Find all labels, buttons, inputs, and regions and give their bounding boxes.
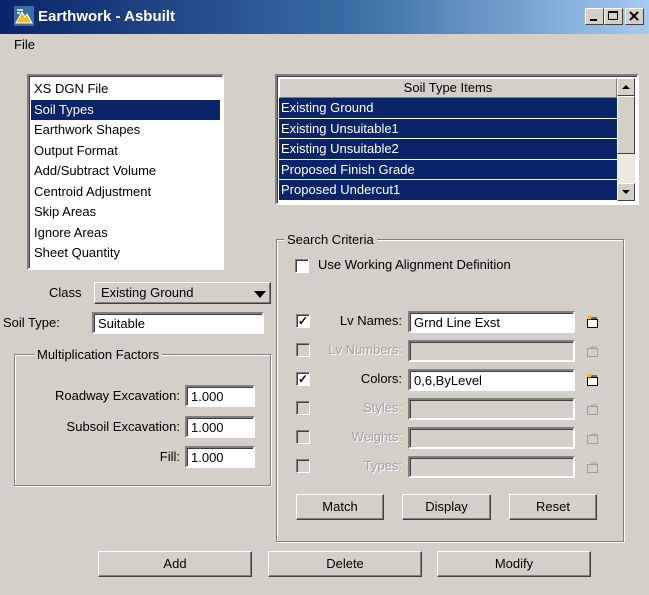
types-label: Types: <box>363 458 402 473</box>
window-title: Earthwork - Asbuilt <box>38 8 175 25</box>
close-icon <box>629 11 639 21</box>
weights-input[interactable] <box>408 427 575 449</box>
section-list-item[interactable]: Ignore Areas <box>31 223 220 244</box>
scroll-up-button[interactable] <box>617 78 635 96</box>
close-button[interactable] <box>625 8 644 25</box>
section-list-item[interactable]: Soil Types <box>31 99 220 120</box>
lv-numbers-input[interactable] <box>408 340 575 362</box>
arrow-down-icon <box>622 190 630 194</box>
roadway-excavation-input[interactable]: 1.000 <box>185 385 255 407</box>
colors-input[interactable]: 0,6,ByLevel <box>408 369 575 391</box>
use-alignment-checkbox[interactable] <box>295 259 309 273</box>
fill-label: Fill: <box>159 449 180 464</box>
subsoil-excavation-input[interactable]: 1.000 <box>185 416 255 438</box>
lv-numbers-label: Lv Numbers: <box>328 342 402 357</box>
soil-type-items-list[interactable]: Soil Type Items Existing Ground Existing … <box>275 74 639 205</box>
match-button[interactable]: Match <box>296 494 384 520</box>
soil-items-header[interactable]: Soil Type Items <box>279 78 617 98</box>
soil-list-scrollbar[interactable] <box>617 78 635 201</box>
folder-pick-icon[interactable] <box>586 402 600 416</box>
soil-type-input[interactable]: Suitable <box>92 312 264 334</box>
soil-type-label: Soil Type: <box>3 315 60 330</box>
folder-pick-icon[interactable] <box>586 460 600 474</box>
colors-label: Colors: <box>360 371 402 386</box>
minimize-button[interactable] <box>585 8 604 25</box>
earthwork-app-icon <box>14 6 34 26</box>
types-checkbox[interactable] <box>296 459 310 473</box>
search-criteria-title: Search Criteria <box>284 232 377 247</box>
soil-items-rows: Existing Ground Existing Unsuitable1 Exist… <box>279 98 617 201</box>
folder-pick-icon[interactable] <box>586 344 600 358</box>
roadway-excavation-label: Roadway Excavation: <box>54 388 180 403</box>
section-list-item[interactable]: Skip Areas <box>31 202 220 223</box>
soil-item-row[interactable]: Existing Unsuitable2 <box>279 139 617 160</box>
subsoil-excavation-label: Subsoil Excavation: <box>66 419 180 434</box>
class-value: Existing Ground <box>101 285 194 300</box>
soil-item-row[interactable]: Existing Ground <box>279 98 617 119</box>
soil-item-row[interactable]: Proposed Undercut1 <box>279 180 617 201</box>
section-list-item[interactable]: XS DGN File <box>31 79 220 100</box>
use-alignment-label: Use Working Alignment Definition <box>318 257 511 272</box>
section-list-item[interactable]: Sheet Quantity <box>31 243 220 264</box>
folder-pick-icon[interactable] <box>586 315 600 329</box>
lv-names-input[interactable]: Grnd Line Exst <box>408 311 575 333</box>
minimize-icon <box>590 19 597 21</box>
menu-bar: File <box>0 34 649 56</box>
dropdown-arrow-icon <box>254 291 266 298</box>
display-button[interactable]: Display <box>402 494 491 520</box>
styles-input[interactable] <box>408 398 575 420</box>
weights-checkbox[interactable] <box>296 430 310 444</box>
section-list-item[interactable]: Output Format <box>31 141 220 162</box>
fill-input[interactable]: 1.000 <box>185 446 255 468</box>
lv-names-checkbox[interactable]: ✓ <box>296 314 310 328</box>
soil-item-row[interactable]: Existing Unsuitable1 <box>279 118 617 139</box>
lv-names-label: Lv Names: <box>339 313 402 328</box>
folder-pick-icon[interactable] <box>586 431 600 445</box>
section-list-item[interactable]: Centroid Adjustment <box>31 182 220 203</box>
scroll-thumb[interactable] <box>617 96 635 154</box>
multiplication-factors-title: Multiplication Factors <box>34 347 163 362</box>
reset-button[interactable]: Reset <box>509 494 597 520</box>
scroll-down-button[interactable] <box>617 183 635 201</box>
class-label: Class <box>49 285 82 300</box>
lv-numbers-checkbox[interactable] <box>296 343 310 357</box>
class-dropdown[interactable]: Existing Ground <box>94 282 271 304</box>
colors-checkbox[interactable]: ✓ <box>296 372 310 386</box>
folder-pick-icon[interactable] <box>586 373 600 387</box>
section-list-item[interactable]: Earthwork Shapes <box>31 120 220 141</box>
types-input[interactable] <box>408 456 575 478</box>
weights-label: Weights: <box>351 429 402 444</box>
title-bar[interactable]: Earthwork - Asbuilt <box>0 0 649 34</box>
modify-button[interactable]: Modify <box>437 551 591 577</box>
delete-button[interactable]: Delete <box>268 551 422 577</box>
maximize-icon <box>608 11 618 20</box>
add-button[interactable]: Add <box>98 551 252 577</box>
arrow-up-icon <box>622 85 630 89</box>
section-list-item[interactable]: Add/Subtract Volume <box>31 161 220 182</box>
styles-checkbox[interactable] <box>296 401 310 415</box>
styles-label: Styles: <box>362 400 402 415</box>
menu-file[interactable]: File <box>14 37 35 52</box>
soil-item-row[interactable]: Proposed Finish Grade <box>279 159 617 180</box>
section-list[interactable]: XS DGN File Soil Types Earthwork Shapes Out… <box>27 74 224 270</box>
maximize-button[interactable] <box>604 8 623 25</box>
